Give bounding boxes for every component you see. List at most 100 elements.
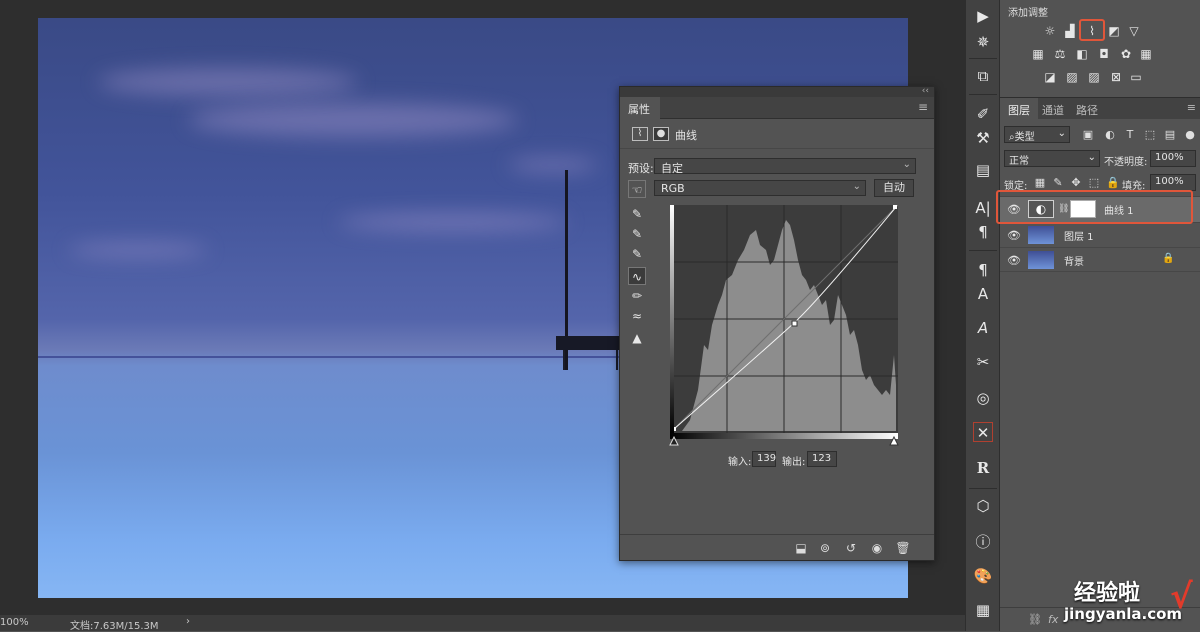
adjustment-filter-icon[interactable]: ◐ [1104, 129, 1116, 141]
filter-toggle-icon[interactable]: ● [1184, 129, 1196, 141]
channel-mixer-icon[interactable]: ✿ [1118, 47, 1134, 61]
input-sliders[interactable] [668, 436, 900, 446]
curves-graph[interactable] [669, 204, 899, 434]
lock-transparent-icon[interactable]: ▦ [1034, 177, 1046, 189]
3d-cube-icon[interactable]: ⬡ [973, 496, 993, 516]
mask-icon[interactable]: ● [653, 127, 669, 141]
menu-icon[interactable]: ≡ [918, 100, 928, 114]
trash-icon[interactable]: 🗑 [894, 539, 912, 557]
reset-icon[interactable]: ↺ [842, 539, 860, 557]
color-lookup-icon[interactable]: ▦ [1138, 47, 1154, 61]
gray-point-eyedropper-icon[interactable]: ✎ [628, 225, 646, 243]
fill-field[interactable]: 100% [1150, 174, 1196, 191]
visibility-eye-icon[interactable]: 👁 [1007, 229, 1021, 242]
channel-dropdown[interactable]: RGB ⌄ [654, 180, 866, 196]
view-previous-icon[interactable]: ⊚ [816, 539, 834, 557]
layer-row-background[interactable]: 👁 背景 🔒 [1000, 247, 1200, 272]
auto-button[interactable]: 自动 [874, 179, 914, 197]
lock-artboard-icon[interactable]: ⬚ [1088, 177, 1100, 189]
curves-svg[interactable] [669, 204, 899, 434]
curves-icon[interactable]: ⌇ [632, 127, 648, 141]
pencil-icon[interactable]: ✏ [628, 287, 646, 305]
properties-panel: ‹‹ 属性 ≡ ⌇ ● 曲线 预设: 自定 ⌄ ☜ RGB ⌄ 自动 ✎ ✎ ✎ ∿… [619, 86, 935, 561]
selective-color-icon[interactable]: ⊠ [1108, 70, 1124, 84]
filter-kind-dropdown[interactable]: ⌕类型 ⌄ [1004, 126, 1070, 143]
opacity-field[interactable]: 100% [1150, 150, 1196, 167]
preset-dropdown[interactable]: 自定 ⌄ [654, 158, 916, 175]
layer-row-layer1[interactable]: 👁 图层 1 [1000, 222, 1200, 247]
info-icon[interactable]: ⓘ [973, 532, 993, 552]
layer-thumbnail[interactable] [1028, 226, 1054, 244]
visibility-eye-icon[interactable]: 👁 [1007, 254, 1021, 267]
paragraph-icon[interactable]: ¶ [973, 222, 993, 242]
color-palette-icon[interactable]: 🎨 [973, 566, 993, 586]
color-balance-icon[interactable]: ⚖ [1052, 47, 1068, 61]
panel-grip[interactable]: ‹‹ [620, 86, 934, 97]
clone-source-icon[interactable]: ⧉ [973, 66, 993, 86]
zoom-level[interactable]: 100% [0, 617, 29, 628]
curve-point[interactable] [893, 205, 897, 209]
black-slider-icon[interactable] [669, 436, 679, 446]
white-slider-icon[interactable] [889, 436, 899, 446]
pixel-filter-icon[interactable]: ▣ [1082, 129, 1094, 141]
gradient-map-icon[interactable]: ▭ [1128, 70, 1144, 84]
type-filter-icon[interactable]: T [1124, 129, 1136, 141]
black-point-eyedropper-icon[interactable]: ✎ [628, 205, 646, 223]
targeted-adjust-icon[interactable]: ☜ [628, 180, 646, 198]
plugin-r-icon[interactable]: R [973, 458, 993, 478]
character-icon[interactable]: A| [973, 198, 993, 218]
tool-presets-icon[interactable]: ✂ [973, 352, 993, 372]
exposure-icon[interactable]: ◩ [1106, 24, 1122, 38]
grid-icon[interactable]: ▦ [973, 600, 993, 620]
layer-thumbnail[interactable] [1028, 251, 1054, 269]
invert-icon[interactable]: ◪ [1042, 70, 1058, 84]
clip-to-layer-icon[interactable]: ⬓ [792, 539, 810, 557]
watermark-check: √ [1170, 577, 1193, 617]
tab-properties[interactable]: 属性 [620, 97, 660, 119]
hue-saturation-icon[interactable]: ▦ [1030, 47, 1046, 61]
glyphs-icon[interactable]: A [973, 318, 993, 338]
brush-icon[interactable]: ✐ [973, 104, 993, 124]
tab-channels[interactable]: 通道 [1034, 98, 1072, 120]
collapse-icon[interactable]: ‹‹ [922, 86, 929, 96]
clipping-warning-icon[interactable]: ▲ [628, 329, 646, 347]
blend-mode-dropdown[interactable]: 正常 ⌄ [1004, 150, 1100, 167]
chevron-down-icon: ⌄ [902, 159, 911, 170]
visibility-eye-icon[interactable]: ◉ [868, 539, 886, 557]
compass-icon[interactable]: ✵ [973, 32, 993, 52]
photo-filter-icon[interactable]: ◘ [1096, 47, 1112, 61]
blend-mode-value: 正常 [1009, 156, 1029, 167]
white-point-eyedropper-icon[interactable]: ✎ [628, 245, 646, 263]
curves-highlight-box [1079, 19, 1105, 41]
divider [969, 250, 997, 251]
watermark-en: jingyanla.com [1064, 605, 1183, 623]
lock-icon: 🔒 [1162, 253, 1175, 264]
smart-object-filter-icon[interactable]: ▤ [1164, 129, 1176, 141]
lock-pixels-icon[interactable]: ✎ [1052, 177, 1064, 189]
vibrance-icon[interactable]: ▽ [1126, 24, 1142, 38]
input-field[interactable]: 139 [752, 451, 776, 467]
shape-filter-icon[interactable]: ⬚ [1144, 129, 1156, 141]
paragraph-style-icon[interactable]: ¶ [973, 260, 993, 280]
lock-all-icon[interactable]: 🔒 [1106, 177, 1120, 189]
brush-settings-icon[interactable]: ⚒ [973, 128, 993, 148]
tab-layers[interactable]: 图层 [1000, 98, 1038, 120]
posterize-icon[interactable]: ▨ [1064, 70, 1080, 84]
levels-icon[interactable]: ▟ [1062, 24, 1078, 38]
status-menu-arrow[interactable]: › [186, 616, 190, 627]
history-icon[interactable]: ▤ [973, 160, 993, 180]
curve-edit-icon[interactable]: ∿ [628, 267, 646, 285]
black-white-icon[interactable]: ◧ [1074, 47, 1090, 61]
brightness-icon[interactable]: ☼ [1042, 24, 1058, 38]
curve-point[interactable] [791, 320, 798, 327]
lock-position-icon[interactable]: ✥ [1070, 177, 1082, 189]
play-icon[interactable]: ▶ [973, 6, 993, 26]
tab-paths[interactable]: 路径 [1068, 98, 1106, 120]
character-style-icon[interactable]: A [973, 284, 993, 304]
swatch-icon[interactable]: ◎ [973, 388, 993, 408]
threshold-icon[interactable]: ▨ [1086, 70, 1102, 84]
menu-icon[interactable]: ≡ [1187, 101, 1196, 114]
output-field[interactable]: 123 [807, 451, 837, 467]
smooth-icon[interactable]: ≈ [628, 307, 646, 325]
close-x-icon[interactable]: ✕ [973, 422, 993, 442]
